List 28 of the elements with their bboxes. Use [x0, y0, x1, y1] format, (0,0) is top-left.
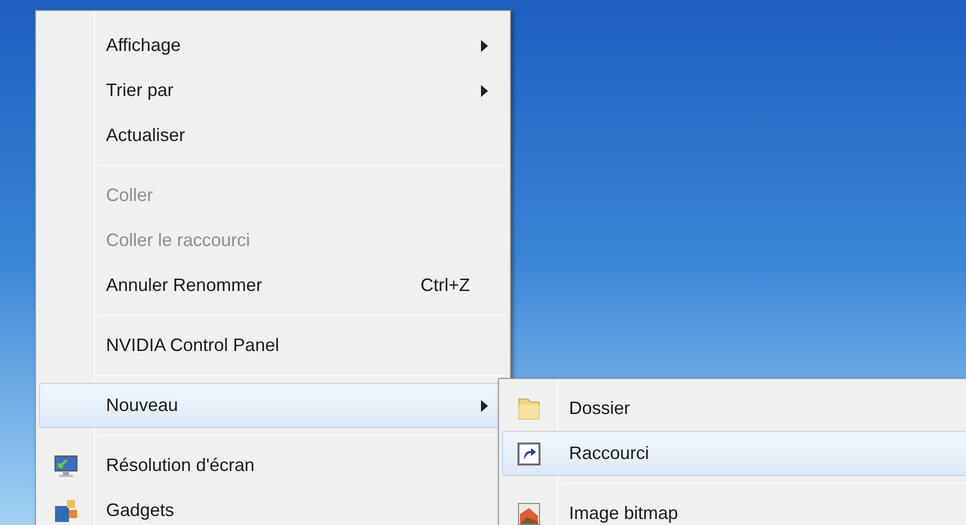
menu-item-label: Trier par [106, 79, 174, 102]
picture-icon [517, 502, 541, 525]
menu-item-label: Gadgets [106, 499, 174, 522]
menu-item-label: Dossier [569, 397, 630, 420]
menu-item[interactable]: Image bitmap [502, 491, 966, 525]
menu-item-label: Nouveau [106, 394, 178, 417]
menu-item-label: Annuler Renommer [106, 274, 262, 297]
menu-item[interactable]: Actualiser [39, 113, 507, 158]
menu-item-label: Image bitmap [569, 502, 678, 525]
menu-item[interactable]: NVIDIA Control Panel [39, 323, 507, 368]
menu-item-label: Raccourci [569, 442, 650, 465]
menu-item-label: Résolution d'écran [106, 454, 255, 477]
submenu-arrow-icon [481, 84, 488, 96]
monitor-icon [53, 452, 79, 478]
menu-item[interactable]: Trier par [39, 68, 507, 113]
submenu-arrow-icon [481, 40, 488, 52]
menu-item-label: Coller [106, 184, 154, 207]
shortcut-label: Ctrl+Z [420, 274, 470, 297]
menu-item-label: Actualiser [106, 124, 186, 147]
submenu-arrow-icon [481, 400, 488, 412]
menu-item[interactable]: Raccourci [502, 431, 966, 476]
folder-icon [516, 396, 542, 422]
menu-item[interactable]: Affichage [39, 23, 507, 68]
menu-item-label: Affichage [106, 34, 181, 57]
menu-item[interactable]: Annuler Renommer Ctrl+Z [39, 263, 507, 308]
gadgets-icon [53, 498, 79, 524]
menu-item-label: Coller le raccourci [106, 229, 250, 252]
menu-item-label: NVIDIA Control Panel [106, 334, 280, 357]
